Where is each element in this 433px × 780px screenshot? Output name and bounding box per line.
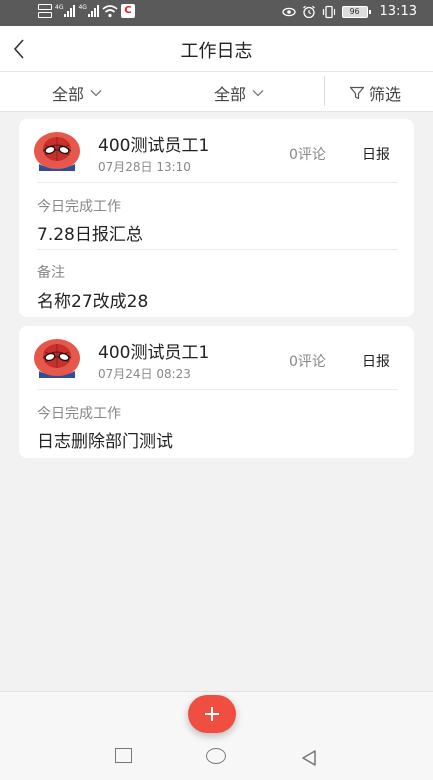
remark-content: 名称27改成28 <box>37 292 149 312</box>
page-title: 工作日志 <box>180 41 253 62</box>
author-name: 400测试员工1 <box>98 136 210 156</box>
network-type-2: 4G <box>78 4 87 11</box>
dropdown-2-label: 全部 <box>214 85 247 104</box>
divider <box>37 249 398 250</box>
work-label: 今日完成工作 <box>37 199 121 215</box>
network-type-1: 4G <box>55 4 64 11</box>
log-datetime: 07月28日 13:10 <box>98 160 191 174</box>
sim-icon <box>38 4 52 18</box>
dropdown-2[interactable]: 全部 <box>214 81 264 105</box>
alarm-icon <box>302 5 315 18</box>
dropdown-1-label: 全部 <box>52 85 85 104</box>
nav-back-triangle-icon[interactable] <box>300 749 318 767</box>
status-right: 96 13:13 <box>281 4 417 19</box>
nav-recents-button[interactable] <box>115 748 132 763</box>
filter-label: 筛选 <box>369 85 402 104</box>
status-left: 4G 4G C <box>38 4 135 18</box>
author-name: 400测试员工1 <box>98 343 210 363</box>
divider <box>37 182 398 183</box>
funnel-icon <box>349 86 365 100</box>
chevron-down-icon <box>252 90 264 97</box>
status-bar: 4G 4G C 96 13:13 <box>0 0 433 26</box>
remark-label: 备注 <box>37 265 65 281</box>
log-type: 日报 <box>362 354 390 370</box>
divider <box>324 76 325 106</box>
dropdown-1[interactable]: 全部 <box>52 81 102 105</box>
status-time: 13:13 <box>379 4 417 19</box>
app-notification-icon: C <box>120 4 135 18</box>
work-label: 今日完成工作 <box>37 406 121 422</box>
wifi-icon <box>102 5 118 18</box>
comment-count[interactable]: 0评论 <box>289 144 326 164</box>
filter-button[interactable]: 筛选 <box>349 81 401 105</box>
log-card[interactable]: 400测试员工1 07月24日 08:23 0评论 日报 今日完成工作 日志删除… <box>19 326 414 458</box>
log-type: 日报 <box>362 147 390 163</box>
log-datetime: 07月24日 08:23 <box>98 367 191 381</box>
vibrate-icon <box>322 5 335 18</box>
battery-icon: 96 <box>341 5 371 18</box>
comment-count[interactable]: 0评论 <box>289 351 326 371</box>
add-log-button[interactable] <box>188 695 236 733</box>
avatar <box>34 132 80 171</box>
nav-home-button[interactable] <box>206 748 226 764</box>
signal-icon <box>64 5 76 17</box>
app-header: 工作日志 <box>0 26 433 72</box>
eye-icon <box>281 7 296 16</box>
filter-bar: 全部 全部 筛选 <box>0 72 433 112</box>
chevron-down-icon <box>90 90 102 97</box>
work-content: 7.28日报汇总 <box>37 225 143 245</box>
avatar <box>34 339 80 378</box>
work-content: 日志删除部门测试 <box>37 432 173 452</box>
plus-icon <box>205 707 219 721</box>
log-card[interactable]: 400测试员工1 07月28日 13:10 0评论 日报 今日完成工作 7.28… <box>19 119 414 317</box>
divider <box>37 389 398 390</box>
signal-icon <box>87 5 99 17</box>
